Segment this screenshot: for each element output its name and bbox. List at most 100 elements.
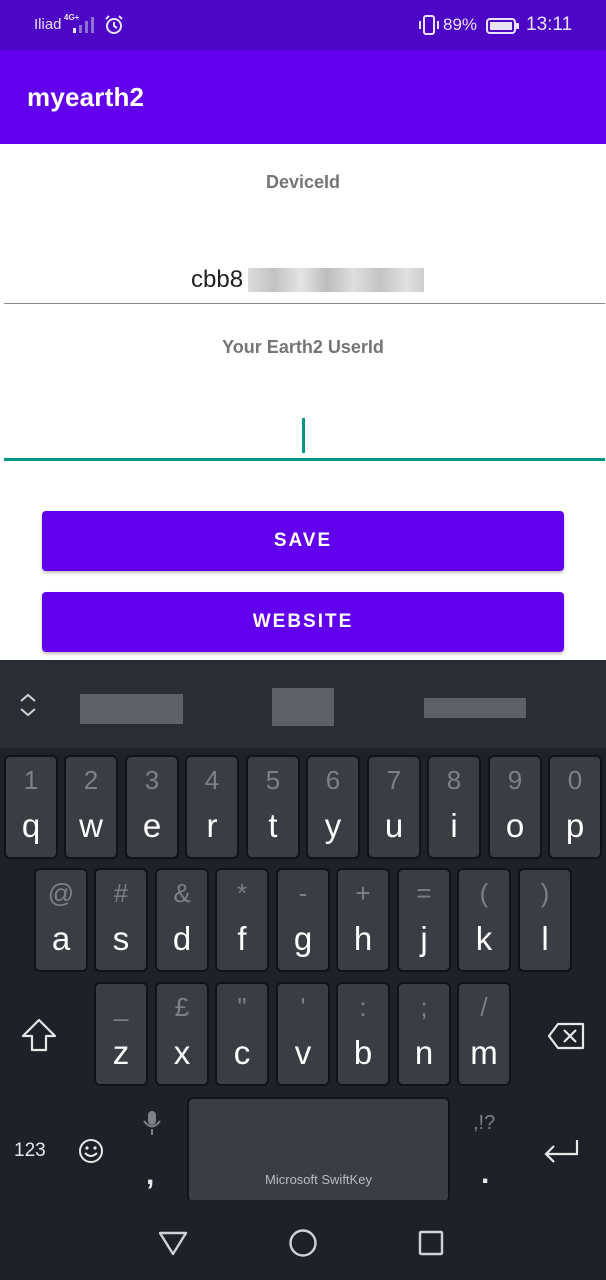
key-hint: @: [47, 878, 75, 908]
website-button[interactable]: WEBSITE: [42, 592, 564, 652]
key-label: j: [420, 920, 428, 957]
space-key[interactable]: Microsoft SwiftKey: [187, 1097, 450, 1203]
key-hint: 3: [144, 765, 160, 795]
key-label: f: [237, 920, 247, 957]
enter-icon[interactable]: [542, 1138, 580, 1166]
key-q[interactable]: 1q: [4, 755, 58, 859]
key-h[interactable]: + h: [336, 868, 390, 972]
device-id-underline: [4, 303, 605, 304]
suggestion-bar: [0, 660, 606, 748]
key-label: n: [414, 1034, 434, 1071]
expand-toolbar-icon[interactable]: [18, 692, 38, 718]
clock: 13:11: [526, 14, 573, 35]
key-s[interactable]: # s: [94, 868, 148, 972]
userid-underline: [4, 458, 605, 461]
key-label: x: [173, 1034, 191, 1071]
key-label: g: [293, 920, 313, 957]
device-id-value: cbb8: [191, 266, 244, 293]
key-label: y: [324, 807, 342, 844]
key-hint: ': [300, 992, 306, 1022]
key-label: q: [21, 807, 41, 844]
key-label: k: [475, 920, 493, 957]
key-m[interactable]: / m: [457, 982, 511, 1086]
key-hint: 0: [567, 765, 583, 795]
suggestion-1[interactable]: [80, 694, 183, 724]
text-cursor: [302, 418, 305, 453]
key-n[interactable]: ; n: [397, 982, 451, 1086]
key-hint: ): [540, 878, 550, 908]
key-hint: 1: [23, 765, 39, 795]
emoji-icon[interactable]: [78, 1138, 104, 1164]
key-label: o: [505, 807, 525, 844]
key-hint: #: [113, 878, 129, 908]
period-hint: ,!?: [473, 1112, 496, 1134]
key-k[interactable]: (k: [457, 868, 511, 972]
key-hint: 5: [265, 765, 281, 795]
key-label: t: [268, 807, 278, 844]
vibrate-icon: [419, 15, 439, 35]
key-label: l: [541, 920, 549, 957]
key-o[interactable]: 9o: [488, 755, 542, 859]
key-hint: =: [416, 878, 432, 908]
key-r[interactable]: 4r: [185, 755, 239, 859]
shift-icon[interactable]: [20, 1017, 58, 1053]
key-label: c: [233, 1034, 251, 1071]
key-hint: *: [236, 878, 248, 908]
back-icon[interactable]: [158, 1230, 188, 1256]
key-z[interactable]: _ z: [94, 982, 148, 1086]
key-hint: /: [480, 992, 488, 1022]
key-e[interactable]: 3e: [125, 755, 179, 859]
battery-percent: 89%: [443, 15, 478, 34]
key-label: p: [565, 807, 585, 844]
status-bar: Iliad 4G+ 89% 13:11: [0, 0, 606, 50]
key-hint: 2: [83, 765, 99, 795]
key-label: w: [79, 807, 103, 844]
key-hint: ": [237, 992, 247, 1022]
numbers-key[interactable]: 123: [14, 1140, 46, 1162]
key-hint: £: [174, 992, 190, 1022]
key-hint: 6: [325, 765, 341, 795]
key-g[interactable]: -g: [276, 868, 330, 972]
key-hint: _: [113, 992, 129, 1022]
redacted-text: [248, 268, 424, 292]
backspace-icon[interactable]: [548, 1022, 586, 1050]
key-l[interactable]: ) l: [518, 868, 572, 972]
key-hint: -: [298, 878, 308, 908]
keyboard: 1q 2w 3e 4r 5t 6y 7u 8i 9o 0p @ a # s & d *…: [0, 660, 606, 1203]
key-label: s: [112, 920, 130, 957]
key-w[interactable]: 2w: [64, 755, 118, 859]
key-label: v: [294, 1034, 312, 1071]
alarm-icon: [105, 15, 123, 34]
userid-label: Your Earth2 UserId: [222, 337, 384, 357]
key-v[interactable]: ' v: [276, 982, 330, 1086]
key-f[interactable]: * f: [215, 868, 269, 972]
recents-icon[interactable]: [418, 1230, 444, 1256]
key-label: m: [470, 1034, 498, 1071]
key-label: e: [142, 807, 162, 844]
device-id-label: DeviceId: [265, 172, 341, 192]
key-i[interactable]: 8i: [427, 755, 481, 859]
key-b[interactable]: :b: [336, 982, 390, 1086]
key-u[interactable]: 7u: [367, 755, 421, 859]
key-label: u: [384, 807, 404, 844]
key-x[interactable]: £ x: [155, 982, 209, 1086]
key-hint: 7: [386, 765, 402, 795]
home-icon[interactable]: [288, 1228, 318, 1258]
key-d[interactable]: & d: [155, 868, 209, 972]
save-button[interactable]: SAVE: [42, 511, 564, 571]
suggestion-3[interactable]: [424, 698, 526, 718]
app-title: myearth2: [27, 82, 145, 112]
microphone-icon: [143, 1111, 161, 1135]
key-c[interactable]: " c: [215, 982, 269, 1086]
key-label: d: [172, 920, 192, 957]
key-p[interactable]: 0p: [548, 755, 602, 859]
key-label: i: [450, 807, 458, 844]
key-y[interactable]: 6y: [306, 755, 360, 859]
app-bar: myearth2: [0, 50, 606, 144]
navigation-bar: [0, 1200, 606, 1280]
suggestion-2[interactable]: [272, 688, 334, 726]
key-j[interactable]: = j: [397, 868, 451, 972]
comma-label: ,: [146, 1158, 155, 1191]
key-a[interactable]: @ a: [34, 868, 88, 972]
key-t[interactable]: 5t: [246, 755, 300, 859]
